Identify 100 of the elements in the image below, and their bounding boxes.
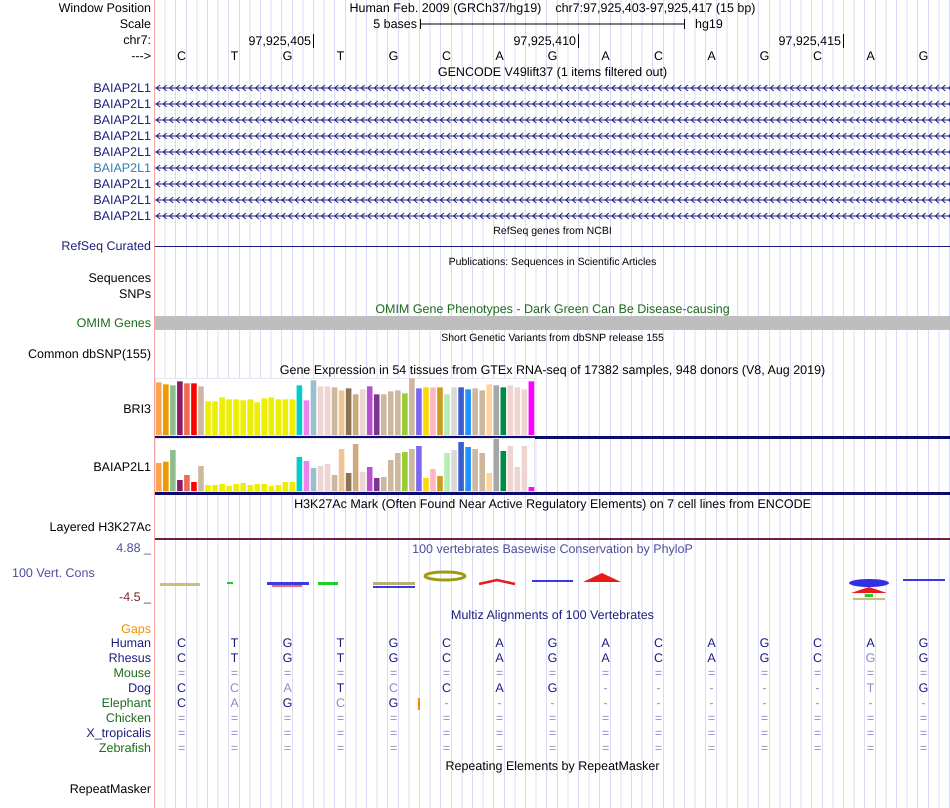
species-label: Rhesus <box>108 651 151 665</box>
ruler-tick-label: 97,925,410 <box>513 34 579 48</box>
species-label: Chicken <box>106 711 151 725</box>
gene-strand-drawing[interactable] <box>155 116 950 124</box>
alignment-base: = <box>336 741 344 755</box>
gene-strand-drawing[interactable] <box>155 148 950 156</box>
alignment-base: = <box>230 666 238 680</box>
ruler-tick-label: 97,925,415 <box>778 34 844 48</box>
alignment-base: = <box>496 741 504 755</box>
alignment-base: C <box>230 681 240 695</box>
gene-label[interactable]: BAIAP2L1 <box>93 193 151 207</box>
alignment-base: - <box>815 681 820 695</box>
species-label: Elephant <box>102 696 151 710</box>
expression-bar[interactable] <box>177 381 183 435</box>
alignment-base: G <box>760 636 770 650</box>
alignment-base: = <box>284 666 292 680</box>
track-label[interactable]: OMIM Genes <box>76 316 151 330</box>
alignment-base: - <box>603 696 608 710</box>
base-letter: T <box>230 48 240 64</box>
gene-strand-drawing[interactable] <box>155 84 950 92</box>
track-label[interactable]: SNPs <box>119 287 151 301</box>
alignment-base: = <box>442 726 450 740</box>
gene-label[interactable]: BAIAP2L1 <box>93 81 151 95</box>
track-label[interactable]: RepeatMasker <box>70 782 151 796</box>
expression-bar[interactable] <box>177 480 183 491</box>
gene-label[interactable]: BAIAP2L1 <box>93 97 151 111</box>
gene-strand-drawing[interactable] <box>155 164 950 172</box>
base-letter: G <box>758 48 770 64</box>
alignment-base: G <box>866 651 876 665</box>
track-label[interactable]: 100 Vert. Cons <box>0 564 95 580</box>
alignment-base: = <box>814 741 822 755</box>
track-title: Short Genetic Variants from dbSNP release 155 <box>441 332 664 344</box>
alignment-base: G <box>918 651 928 665</box>
alignment-base: = <box>814 666 822 680</box>
alignment-base: C <box>812 636 822 650</box>
alignment-base: - <box>444 696 449 710</box>
base-letter: C <box>440 48 452 64</box>
row-label: Window Position <box>58 1 151 15</box>
gene-label[interactable]: BAIAP2L1 <box>93 177 151 191</box>
gene-label[interactable]: BAIAP2L1 <box>93 129 151 143</box>
alignment-base: C <box>336 696 346 710</box>
gene-label[interactable]: BAIAP2L1 <box>93 113 151 127</box>
track-label[interactable]: Layered H3K27Ac <box>50 520 151 534</box>
alignment-base: T <box>230 636 238 650</box>
alignment-base: A <box>495 681 504 695</box>
alignment-base: T <box>336 681 344 695</box>
track-title: Repeating Elements by RepeatMasker <box>445 759 660 773</box>
alignment-base: = <box>496 711 504 725</box>
track-label[interactable]: RefSeq Curated <box>61 239 151 253</box>
gene-label[interactable]: BRI3 <box>123 400 151 416</box>
gene-strand-drawing[interactable] <box>155 180 950 188</box>
track-label[interactable]: Common dbSNP(155) <box>28 347 151 361</box>
alignment-base: = <box>230 726 238 740</box>
base-letter: C <box>812 48 824 64</box>
track-label[interactable]: Sequences <box>88 271 151 285</box>
alignment-base: = <box>390 711 398 725</box>
phenotype-bar[interactable] <box>155 316 950 330</box>
alignment-base: = <box>760 711 768 725</box>
base-letter: G <box>546 48 558 64</box>
alignment-base: = <box>654 726 662 740</box>
expression-bar[interactable] <box>458 387 464 435</box>
gene-strand-drawing[interactable] <box>155 196 950 204</box>
gene-label[interactable]: BAIAP2L1 <box>93 458 151 474</box>
species-label: Mouse <box>113 666 151 680</box>
expression-bar[interactable] <box>458 442 464 491</box>
alignment-base: = <box>866 666 874 680</box>
alignment-base: = <box>390 741 398 755</box>
scale-text: 5 bases <box>372 16 418 32</box>
base-letter: A <box>865 48 876 64</box>
alignment-base: T <box>336 636 344 650</box>
alignment-base: = <box>814 726 822 740</box>
gene-strand-drawing[interactable] <box>155 212 950 220</box>
alignment-base: G <box>282 636 292 650</box>
gene-label[interactable]: BAIAP2L1 <box>93 145 151 159</box>
alignment-base: = <box>760 666 768 680</box>
gene-strand-drawing[interactable] <box>155 132 950 140</box>
alignment-base: C <box>442 651 452 665</box>
gene-strand-drawing[interactable] <box>155 100 950 108</box>
alignment-base: = <box>548 711 556 725</box>
alignment-base: = <box>814 711 822 725</box>
alignment-base: A <box>707 651 716 665</box>
alignment-base: C <box>812 651 822 665</box>
base-letter: T <box>336 48 346 64</box>
row-label: ---> <box>131 49 151 63</box>
track-title: Gene Expression in 54 tissues from GTEx RNA-seq of 17382 samples, 948 donors (V8, Aug 2019) <box>280 363 826 377</box>
gene-label[interactable]: BAIAP2L1 <box>93 209 151 223</box>
row-label: Scale <box>120 17 151 31</box>
alignment-base: C <box>176 696 186 710</box>
alignment-base: = <box>866 711 874 725</box>
gene-label[interactable]: BAIAP2L1 <box>93 161 151 175</box>
alignment-base: G <box>918 636 928 650</box>
assembly-name: Human Feb. 2009 (GRCh37/hg19) <box>350 1 542 15</box>
gene-line[interactable] <box>155 246 950 247</box>
ruler-tick-label: 97,925,405 <box>248 34 314 48</box>
alignment-base: A <box>707 636 716 650</box>
alignment-base: - <box>815 696 820 710</box>
base-letter: C <box>176 48 188 64</box>
alignment-base: G <box>760 651 770 665</box>
alignment-base: - <box>709 696 714 710</box>
track-title: OMIM Gene Phenotypes - Dark Green Can Be Disease-causing <box>375 302 730 316</box>
